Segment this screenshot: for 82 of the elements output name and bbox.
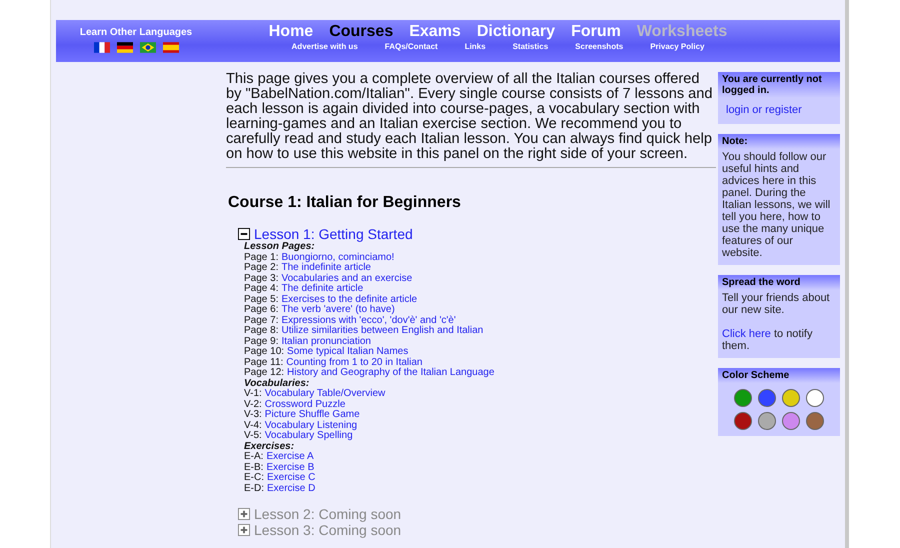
item-label: Page 11: (244, 356, 284, 368)
item-label: E-B: (244, 462, 264, 472)
lesson-page-link[interactable]: Utilize similarities between English and Italian (281, 325, 484, 336)
color-swatch[interactable] (758, 389, 776, 407)
nav-link[interactable]: FAQs/Contact (384, 42, 438, 51)
item-label: V-2: (244, 398, 262, 410)
intro-paragraph: This page gives you a complete overview of all the Italian courses offered by "BabelNation.com/Italian". Every single course consists of 7 lessons and each lesson is again divided into course-pages, a vocabulary section with learning-games and an Italian exercise section. We recommend you to carefully read and study each Italian lesson. You can always find quick help on how to use this website in this panel on the right side of your screen. (226, 72, 714, 162)
note-text: You should follow our useful hints and advices here in this panel. During the Italian lessons, we will tell you here, how to use the many unique features of our website. (722, 151, 832, 259)
section-heading: Exercises: (244, 442, 296, 452)
lesson-page-link[interactable]: Crossword Puzzle (264, 398, 346, 410)
nav-link[interactable]: Exams (409, 23, 461, 41)
lesson-page-link[interactable]: Vocabulary Listening (264, 420, 358, 430)
lesson-page-link[interactable]: Counting from 1 to 20 in Italian (286, 356, 422, 368)
spanish-flag-icon[interactable] (162, 42, 178, 53)
lesson-page-link[interactable]: History and Geography of the Italian Language (287, 367, 494, 378)
nav-link[interactable]: Courses (329, 23, 394, 41)
item-label: Page 8: (244, 325, 278, 336)
share-text: Tell your friends about our new site. (722, 292, 831, 316)
nav-link[interactable]: Links (464, 42, 486, 51)
color-swatch[interactable] (806, 389, 824, 407)
item-label: Page 10: (244, 346, 284, 357)
languages-title: Learn Other Languages (80, 27, 192, 38)
nav-link[interactable]: Home (268, 23, 314, 41)
color-swatch[interactable] (758, 412, 776, 430)
nav-link[interactable]: Privacy Policy (650, 42, 704, 51)
item-label: Page 12: (244, 367, 284, 378)
panel-title: Color Scheme (718, 368, 840, 383)
lesson-link[interactable]: Lesson 1: Getting Started (254, 226, 413, 242)
course-title: Course 1: Italian for Beginners (228, 194, 462, 212)
color-swatch[interactable] (734, 389, 752, 407)
collapse-icon[interactable] (238, 228, 250, 240)
section-heading: Lesson Pages: (244, 242, 316, 252)
lesson-page-link[interactable]: Picture Shuffle Game (264, 409, 360, 420)
lesson-page-link[interactable]: Exercise D (267, 482, 316, 494)
panel-title: Note: (718, 134, 840, 149)
nav-link[interactable]: Forum (571, 23, 621, 41)
lesson-page-link[interactable]: Vocabulary Table/Overview (264, 388, 386, 399)
notify-text: Click here to notify them. (722, 328, 814, 352)
item-label: Page 9: (244, 336, 278, 346)
item-label: Page 2: (244, 262, 278, 273)
lesson-page-link[interactable]: The verb 'avere' (to have) (281, 304, 395, 315)
nav-link[interactable]: Screenshots (575, 42, 624, 51)
lesson-page-link[interactable]: Expressions with 'ecco', 'dov'è' and 'c'è' (281, 314, 456, 326)
item-label: Page 1: (244, 252, 278, 262)
lesson-page-link[interactable]: Exercise C (267, 472, 316, 483)
lesson-page-link[interactable]: Italian pronunciation (281, 336, 371, 346)
color-swatch[interactable] (782, 389, 800, 407)
lesson-page-link[interactable]: Exercises to the definite article (281, 294, 418, 304)
item-label: Page 3: (244, 272, 278, 284)
item-label: V-5: (244, 430, 262, 441)
german-flag-icon[interactable] (116, 42, 132, 53)
lesson-page-link[interactable]: Vocabularies and an exercise (281, 272, 412, 284)
section-heading: Vocabularies: (244, 378, 310, 388)
lesson-page-link[interactable]: Vocabulary Spelling (264, 430, 353, 441)
item-label: V-3: (244, 409, 262, 420)
item-label: E-D: (244, 482, 264, 494)
french-flag-icon[interactable] (94, 42, 110, 53)
item-label: Page 4: (244, 283, 278, 294)
item-label: Page 7: (244, 314, 278, 326)
lesson-page-link[interactable]: Some typical Italian Names (287, 346, 408, 357)
item-label: Page 5: (244, 294, 278, 304)
color-swatch[interactable] (782, 412, 800, 430)
nav-link[interactable]: Dictionary (476, 23, 556, 41)
lesson-page-link[interactable]: The definite article (281, 283, 364, 294)
login-link[interactable]: login or register (726, 104, 802, 116)
nav-link[interactable]: Statistics (512, 42, 548, 51)
item-label: E-A: (244, 451, 264, 462)
notify-link[interactable]: Click here (722, 328, 771, 340)
nav-link[interactable]: Advertise with us (292, 42, 358, 51)
item-label: V-1: (244, 388, 262, 399)
panel-title: Spread the word (718, 275, 840, 290)
item-label: V-4: (244, 420, 262, 430)
lesson-page-link[interactable]: The indefinite article (281, 262, 371, 273)
panel-title: You are currently not logged in. (718, 72, 840, 98)
item-label: E-C: (244, 472, 264, 483)
color-swatch[interactable] (734, 412, 752, 430)
brazilian-flag-icon[interactable] (140, 42, 156, 53)
lesson-page-link[interactable]: Exercise A (266, 451, 314, 462)
lesson-page-link[interactable]: Buongiorno, cominciamo! (281, 252, 394, 262)
lesson-page-link[interactable]: Exercise B (266, 462, 314, 472)
item-label: Page 6: (244, 304, 278, 315)
color-swatch[interactable] (806, 412, 824, 430)
